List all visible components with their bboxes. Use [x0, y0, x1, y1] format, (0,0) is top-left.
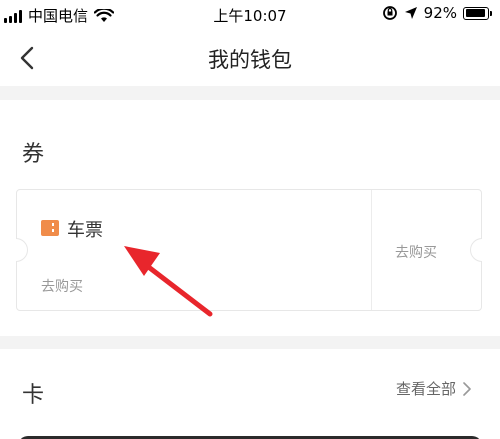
- battery-percent: 92%: [423, 4, 457, 22]
- cards-section: 卡 查看全部: [0, 349, 500, 439]
- coupons-title: 券: [22, 142, 45, 167]
- card-notch-left: [16, 238, 28, 262]
- ticket-icon: [41, 220, 59, 236]
- buy-link-right[interactable]: 去购买: [395, 242, 437, 262]
- status-right: 92%: [382, 4, 492, 22]
- card-notch-right: [470, 238, 482, 262]
- card-divider: [371, 190, 372, 310]
- coupons-section: 券 车票 去购买 去购买: [0, 100, 500, 336]
- ticket-coupon-card[interactable]: 车票 去购买 去购买: [16, 189, 482, 311]
- buy-link-left[interactable]: 去购买: [41, 276, 83, 296]
- cards-title: 卡: [22, 383, 45, 408]
- chevron-right-icon: [463, 381, 471, 396]
- page-title: 我的钱包: [208, 48, 292, 72]
- view-all-button[interactable]: 查看全部: [396, 378, 472, 399]
- location-arrow-icon: [404, 7, 417, 19]
- nav-bar: 我的钱包: [0, 30, 500, 86]
- status-bar: 中国电信 上午10:07 92%: [0, 0, 500, 30]
- view-all-label: 查看全部: [395, 380, 456, 398]
- rotation-lock-icon: [382, 6, 397, 20]
- battery-icon: [463, 6, 492, 20]
- coupon-name: 车票: [67, 220, 103, 241]
